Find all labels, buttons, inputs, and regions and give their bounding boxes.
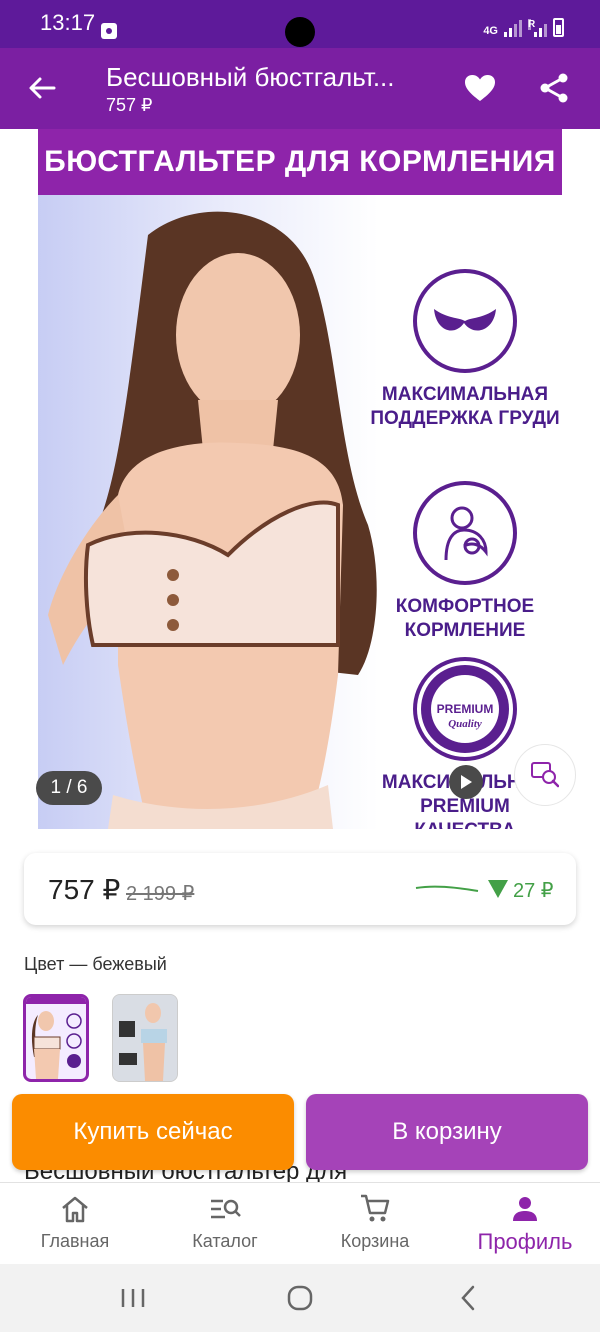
favorite-button[interactable] <box>460 68 500 108</box>
price-trend-sparkline <box>415 885 479 892</box>
feature-support-text: МАКСИМАЛЬНАЯ ПОДДЕРЖКА ГРУДИ <box>370 384 560 429</box>
premium-badge-top: PREMIUM <box>437 702 494 716</box>
price-down-icon <box>488 880 508 898</box>
image-search-icon <box>531 762 559 788</box>
roaming-label: R <box>528 19 536 30</box>
variant-thumbnail <box>26 997 86 1079</box>
color-label: Цвет — бежевый <box>24 954 167 974</box>
image-counter: 1 / 6 <box>36 771 102 805</box>
back-chevron-icon <box>461 1285 475 1311</box>
model-photo <box>48 211 377 829</box>
catalog-search-icon <box>211 1199 241 1219</box>
nav-cart-label: Корзина <box>340 1231 410 1251</box>
title-block: Бесшовный бюстгальт... 757 ₽ <box>106 62 446 116</box>
nav-profile-label: Профиль <box>477 1229 573 1254</box>
nav-catalog-label: Каталог <box>192 1231 258 1251</box>
heart-icon <box>465 75 495 101</box>
product-title: Бесшовный бюстгальт... <box>106 62 395 92</box>
play-icon <box>461 775 472 789</box>
image-banner: БЮСТГАЛЬТЕР ДЛЯ КОРМЛЕНИЯ <box>38 129 562 195</box>
signal-icon <box>504 19 522 37</box>
add-to-cart-button[interactable]: В корзину <box>306 1094 588 1170</box>
feature-feeding-text: КОМФОРТНОЕ КОРМЛЕНИЕ <box>395 596 535 641</box>
system-nav-bar <box>0 1264 600 1332</box>
feature-support: МАКСИМАЛЬНАЯ ПОДДЕРЖКА ГРУДИ <box>368 269 562 431</box>
header-price: 757 ₽ <box>106 95 153 115</box>
recent-apps-button[interactable] <box>103 1278 163 1318</box>
back-button[interactable] <box>22 68 62 108</box>
nav-catalog[interactable]: Каталог <box>150 1183 300 1265</box>
app-bar: Бесшовный бюстгальт... 757 ₽ <box>0 48 600 129</box>
mother-baby-icon <box>413 481 517 585</box>
nav-cart[interactable]: Корзина <box>300 1183 450 1265</box>
color-variant-beige[interactable] <box>23 994 89 1082</box>
price-diff: 27 ₽ <box>513 880 554 902</box>
bra-icon <box>413 269 517 373</box>
image-search-button[interactable] <box>514 744 576 806</box>
nav-profile[interactable]: Профиль <box>450 1183 600 1265</box>
battery-icon <box>553 18 564 37</box>
bottom-nav: Главная Каталог Корзина Профиль <box>0 1182 600 1264</box>
profile-icon <box>513 1197 537 1221</box>
signal-roaming-icon: R <box>528 19 547 37</box>
cart-icon <box>361 1194 390 1222</box>
play-video-button[interactable] <box>449 765 483 799</box>
camera-cutout <box>285 17 315 47</box>
premium-badge-bottom: Quality <box>448 718 482 730</box>
home-icon <box>62 1196 88 1223</box>
share-icon <box>540 73 568 103</box>
feature-feeding: КОМФОРТНОЕ КОРМЛЕНИЕ <box>368 481 562 643</box>
status-time: 13:17 <box>40 10 96 35</box>
recent-apps-icon <box>121 1289 145 1307</box>
notification-icon <box>101 23 117 39</box>
status-bar: 13:17 4G R <box>0 0 600 48</box>
home-circle-icon <box>287 1285 313 1311</box>
status-icons: 4G R <box>483 18 564 37</box>
nav-home[interactable]: Главная <box>0 1183 150 1265</box>
color-variant-other[interactable] <box>112 994 178 1082</box>
network-type: 4G <box>483 25 498 37</box>
premium-badge-icon: PREMIUM Quality <box>413 657 517 761</box>
system-back-button[interactable] <box>438 1278 498 1318</box>
price-card[interactable]: 757 ₽ 2 199 ₽ 27 ₽ <box>24 853 576 925</box>
nav-home-label: Главная <box>40 1231 110 1251</box>
arrow-back-icon <box>29 77 56 99</box>
home-system-button[interactable] <box>270 1278 330 1318</box>
old-price: 2 199 ₽ <box>126 883 195 905</box>
current-price: 757 ₽ <box>48 874 121 905</box>
product-image[interactable]: БЮСТГАЛЬТЕР ДЛЯ КОРМЛЕНИЯ МАКСИМАЛЬНАЯ П… <box>38 129 562 829</box>
variant-thumbnail <box>113 995 177 1081</box>
buy-now-button[interactable]: Купить сейчас <box>12 1094 294 1170</box>
share-button[interactable] <box>534 68 574 108</box>
